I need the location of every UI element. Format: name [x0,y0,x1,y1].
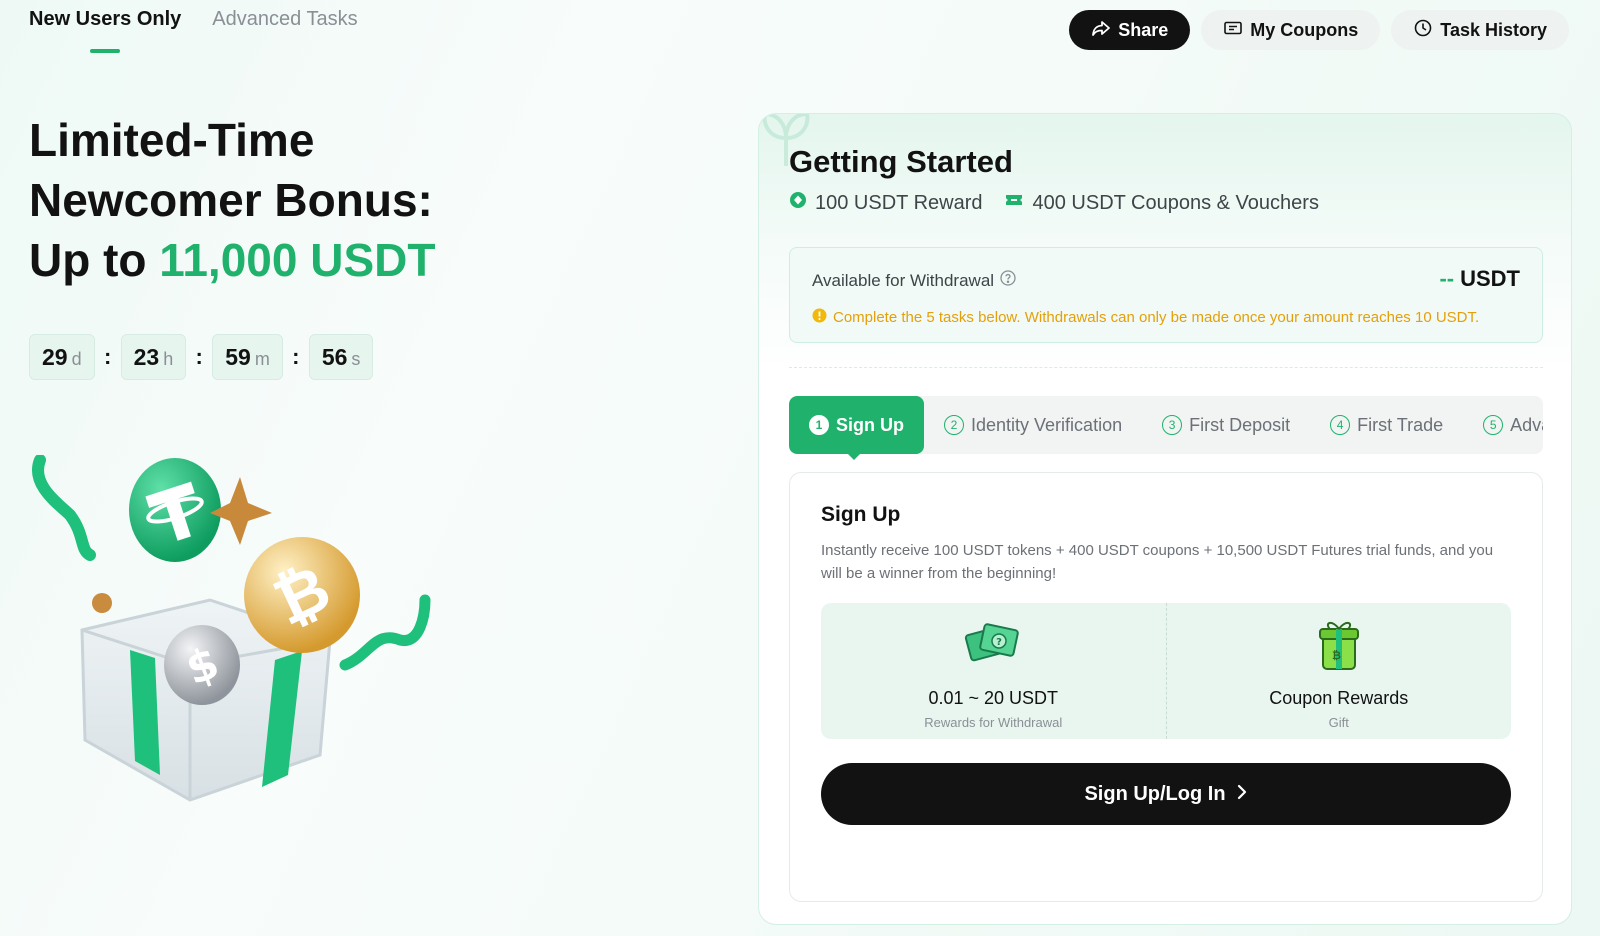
getting-started-card: Getting Started 100 USDT Reward 400 USDT… [758,113,1572,925]
step-label: First Trade [1357,414,1444,435]
minutes-value: 59 [225,344,251,370]
task-steps: 1 Sign Up 2 Identity Verification 3 Firs… [789,396,1543,454]
help-icon[interactable] [1000,270,1016,291]
withdrawal-note: Complete the 5 tasks below. Withdrawals … [812,308,1479,327]
cash-icon: ? [962,617,1024,678]
my-coupons-label: My Coupons [1250,19,1359,40]
coupon-icon [1223,18,1243,43]
coupon-summary-label: 400 USDT Coupons & Vouchers [1032,191,1319,214]
countdown-timer: 29 d : 23 h : 59 m : 56 s [29,334,374,380]
hero-amount: 11,000 USDT [159,234,436,286]
task-description: Instantly receive 100 USDT tokens + 400 … [821,542,1494,582]
countdown-hours: 23 h [120,334,187,380]
hero-line-2: Newcomer Bonus: [29,174,433,226]
card-title: Getting Started [789,144,1013,179]
reward-withdrawal: ? 0.01 ~ 20 USDT Rewards for Withdrawal [821,603,1166,739]
countdown-seconds: 56 s [308,334,374,380]
coupon-summary: 400 USDT Coupons & Vouchers [1004,191,1319,215]
divider [789,367,1543,368]
reward-summary: 100 USDT Reward [789,191,982,215]
countdown-separator: : [195,344,203,369]
top-actions: Share My Coupons Task History [1069,10,1569,50]
withdrawal-label-row: Available for Withdrawal [812,270,1016,291]
step-number: 4 [1330,415,1351,435]
reward-withdrawal-sub: Rewards for Withdrawal [924,715,1063,730]
my-coupons-button[interactable]: My Coupons [1201,10,1381,50]
step-label: Adva [1510,414,1543,435]
step-advanced[interactable]: 5 Adva [1463,396,1543,454]
cta-label: Sign Up/Log In [1084,782,1226,805]
hero-line-1: Limited-Time [29,114,315,166]
task-detail-panel: Sign Up Instantly receive 100 USDT token… [789,472,1543,902]
tab-new-users[interactable]: New Users Only [29,8,181,53]
seconds-unit: s [351,349,361,369]
share-label: Share [1118,19,1169,40]
reward-summary-label: 100 USDT Reward [815,191,983,214]
countdown-minutes: 59 m [212,334,283,380]
step-identity-verification[interactable]: 2 Identity Verification [924,396,1142,454]
top-tabs: New Users Only Advanced Tasks [29,8,358,53]
active-step-pointer [847,453,861,460]
withdrawal-value: -- USDT [1439,266,1520,292]
share-icon [1091,18,1111,43]
step-sign-up[interactable]: 1 Sign Up [789,396,924,454]
days-value: 29 [42,344,68,370]
hero-line-3-prefix: Up to [29,234,160,286]
warning-icon [812,308,827,327]
step-number: 1 [809,415,829,435]
reward-coin-icon [789,191,807,215]
step-label: Identity Verification [971,414,1123,435]
countdown-separator: : [103,344,112,369]
hours-value: 23 [133,344,160,370]
countdown-days: 29 d [29,334,95,380]
gift-box-illustration: ₿ $ [30,454,440,825]
step-number: 5 [1483,415,1504,435]
task-history-label: Task History [1440,19,1547,40]
svg-text:?: ? [996,637,1002,648]
step-label: First Deposit [1189,414,1291,435]
step-first-trade[interactable]: 4 First Trade [1310,396,1463,454]
reward-coupon-sub: Gift [1328,715,1349,730]
share-button[interactable]: Share [1069,10,1191,50]
step-first-deposit[interactable]: 3 First Deposit [1142,396,1310,454]
step-number: 3 [1162,415,1183,435]
sign-up-login-button[interactable]: Sign Up/Log In [821,763,1511,825]
tab-advanced-tasks[interactable]: Advanced Tasks [212,8,357,53]
minutes-unit: m [254,349,270,369]
task-rewards: ? 0.01 ~ 20 USDT Rewards for Withdrawal … [821,603,1511,739]
reward-coupon: ₿ Coupon Rewards Gift [1165,603,1512,739]
svg-text:₿: ₿ [1332,649,1341,662]
seconds-value: 56 [321,344,348,370]
history-icon [1413,18,1433,43]
withdrawal-note-text: Complete the 5 tasks below. Withdrawals … [833,309,1480,326]
withdrawal-currency: USDT [1460,266,1520,291]
step-number: 2 [944,415,964,435]
hours-unit: h [163,349,174,369]
task-title: Sign Up [821,503,901,526]
withdrawal-panel: Available for Withdrawal -- USDT Complete… [789,247,1543,343]
gift-icon: ₿ [1308,617,1370,678]
chevron-right-icon [1236,783,1248,806]
reward-coupon-value: Coupon Rewards [1269,688,1409,708]
days-unit: d [71,349,82,369]
withdrawal-label: Available for Withdrawal [812,270,995,290]
reward-withdrawal-value: 0.01 ~ 20 USDT [928,688,1059,708]
ticket-icon [1004,191,1024,215]
step-label: Sign Up [836,414,904,435]
hero-line-3: Up to 11,000 USDT [29,230,629,290]
hero-title: Limited-Time Newcomer Bonus: Up to 11,00… [29,110,629,290]
card-subtitle: 100 USDT Reward 400 USDT Coupons & Vouch… [789,191,1319,215]
countdown-separator: : [292,344,300,369]
task-history-button[interactable]: Task History [1391,10,1569,50]
withdrawal-amount: -- [1439,266,1455,291]
